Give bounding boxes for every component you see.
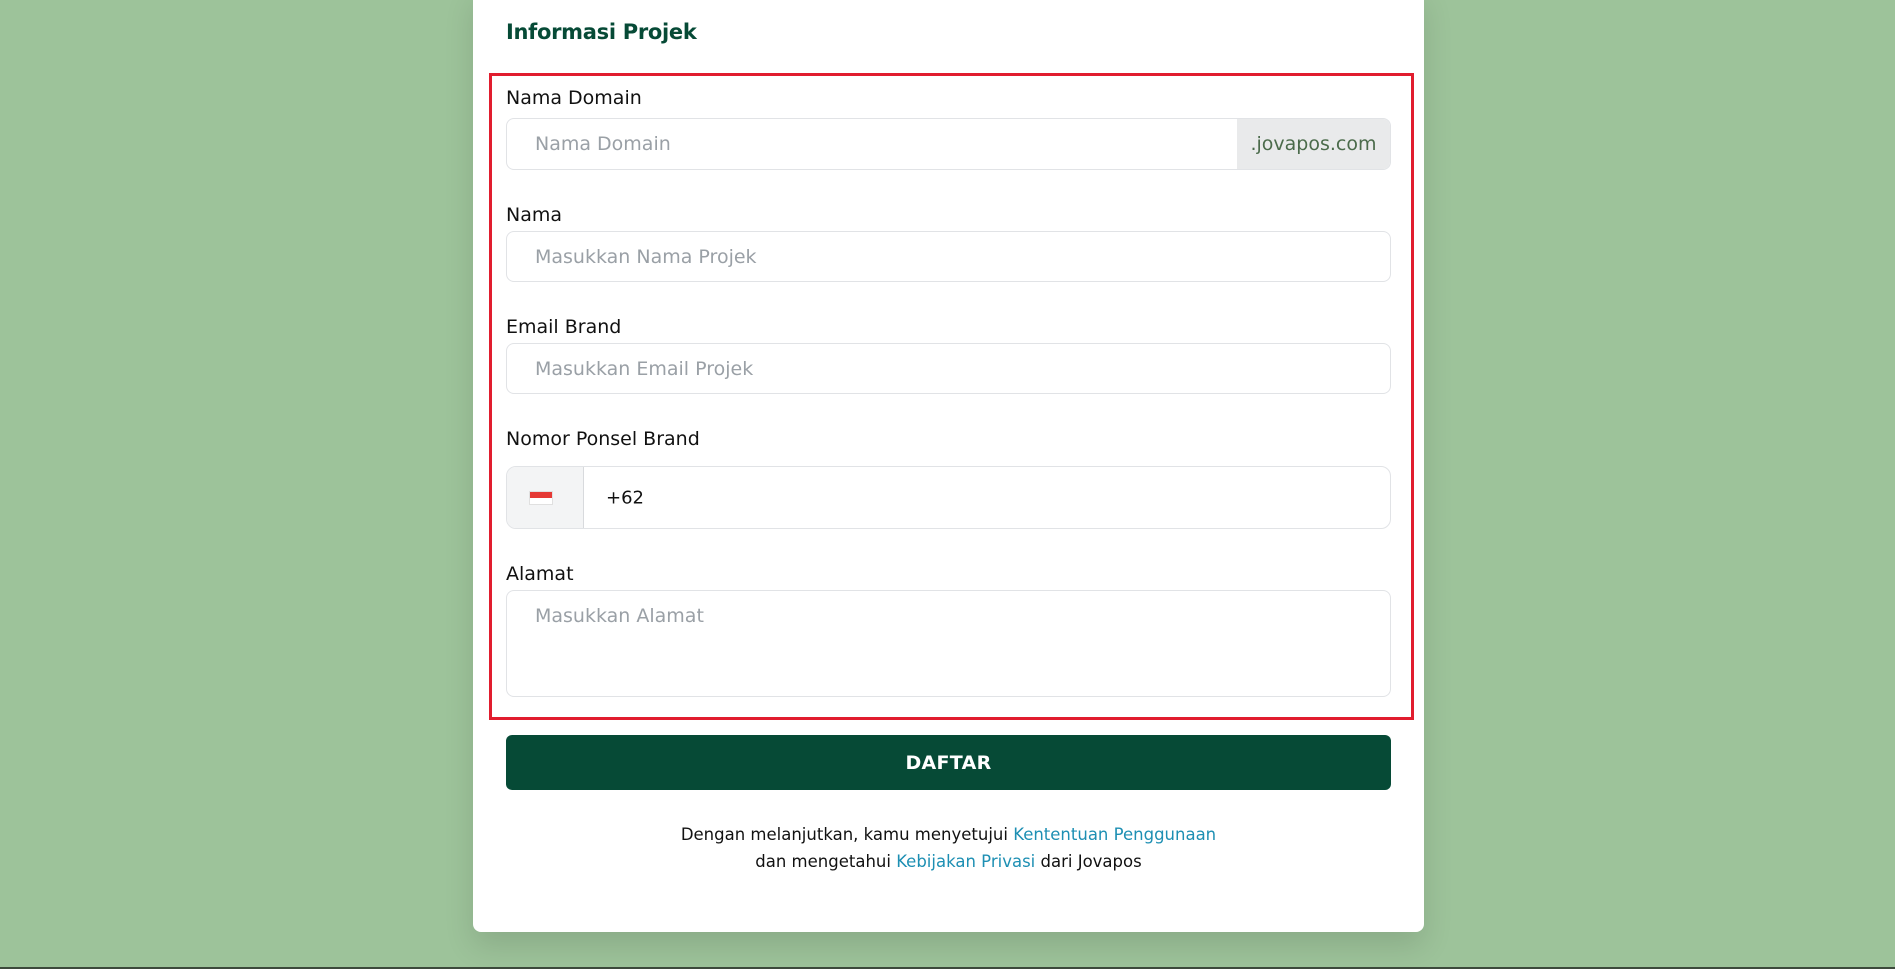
indonesia-flag-icon <box>529 491 553 505</box>
phone-input[interactable]: +62 <box>506 466 1391 529</box>
address-label: Alamat <box>506 563 574 585</box>
domain-input[interactable]: Nama Domain .jovapos.com <box>506 118 1391 170</box>
phone-country-code: +62 <box>606 487 644 508</box>
domain-suffix: .jovapos.com <box>1237 119 1390 169</box>
phone-label: Nomor Ponsel Brand <box>506 428 700 450</box>
privacy-prefix: dan mengetahui <box>755 852 897 871</box>
address-textarea[interactable]: Masukkan Alamat <box>506 590 1391 697</box>
domain-placeholder: Nama Domain <box>535 133 671 155</box>
email-input[interactable]: Masukkan Email Projek <box>506 343 1391 394</box>
terms-line-2: dan mengetahui Kebijakan Privasi dari Jo… <box>506 852 1391 871</box>
email-label: Email Brand <box>506 316 622 338</box>
privacy-suffix: dari Jovapos <box>1035 852 1142 871</box>
section-title: Informasi Projek <box>506 20 697 44</box>
name-input[interactable]: Masukkan Nama Projek <box>506 231 1391 282</box>
name-placeholder: Masukkan Nama Projek <box>535 245 757 268</box>
submit-button[interactable]: DAFTAR <box>506 735 1391 790</box>
address-placeholder: Masukkan Alamat <box>535 605 704 627</box>
email-placeholder: Masukkan Email Projek <box>535 357 754 380</box>
terms-of-use-link[interactable]: Kententuan Penggunaan <box>1013 825 1216 844</box>
name-label: Nama <box>506 204 563 226</box>
domain-label: Nama Domain <box>506 87 642 109</box>
terms-line-1: Dengan melanjutkan, kamu menyetujui Kent… <box>506 825 1391 844</box>
privacy-policy-link[interactable]: Kebijakan Privasi <box>896 852 1035 871</box>
country-code-select[interactable] <box>507 467 584 528</box>
terms-prefix: Dengan melanjutkan, kamu menyetujui <box>680 825 1014 844</box>
